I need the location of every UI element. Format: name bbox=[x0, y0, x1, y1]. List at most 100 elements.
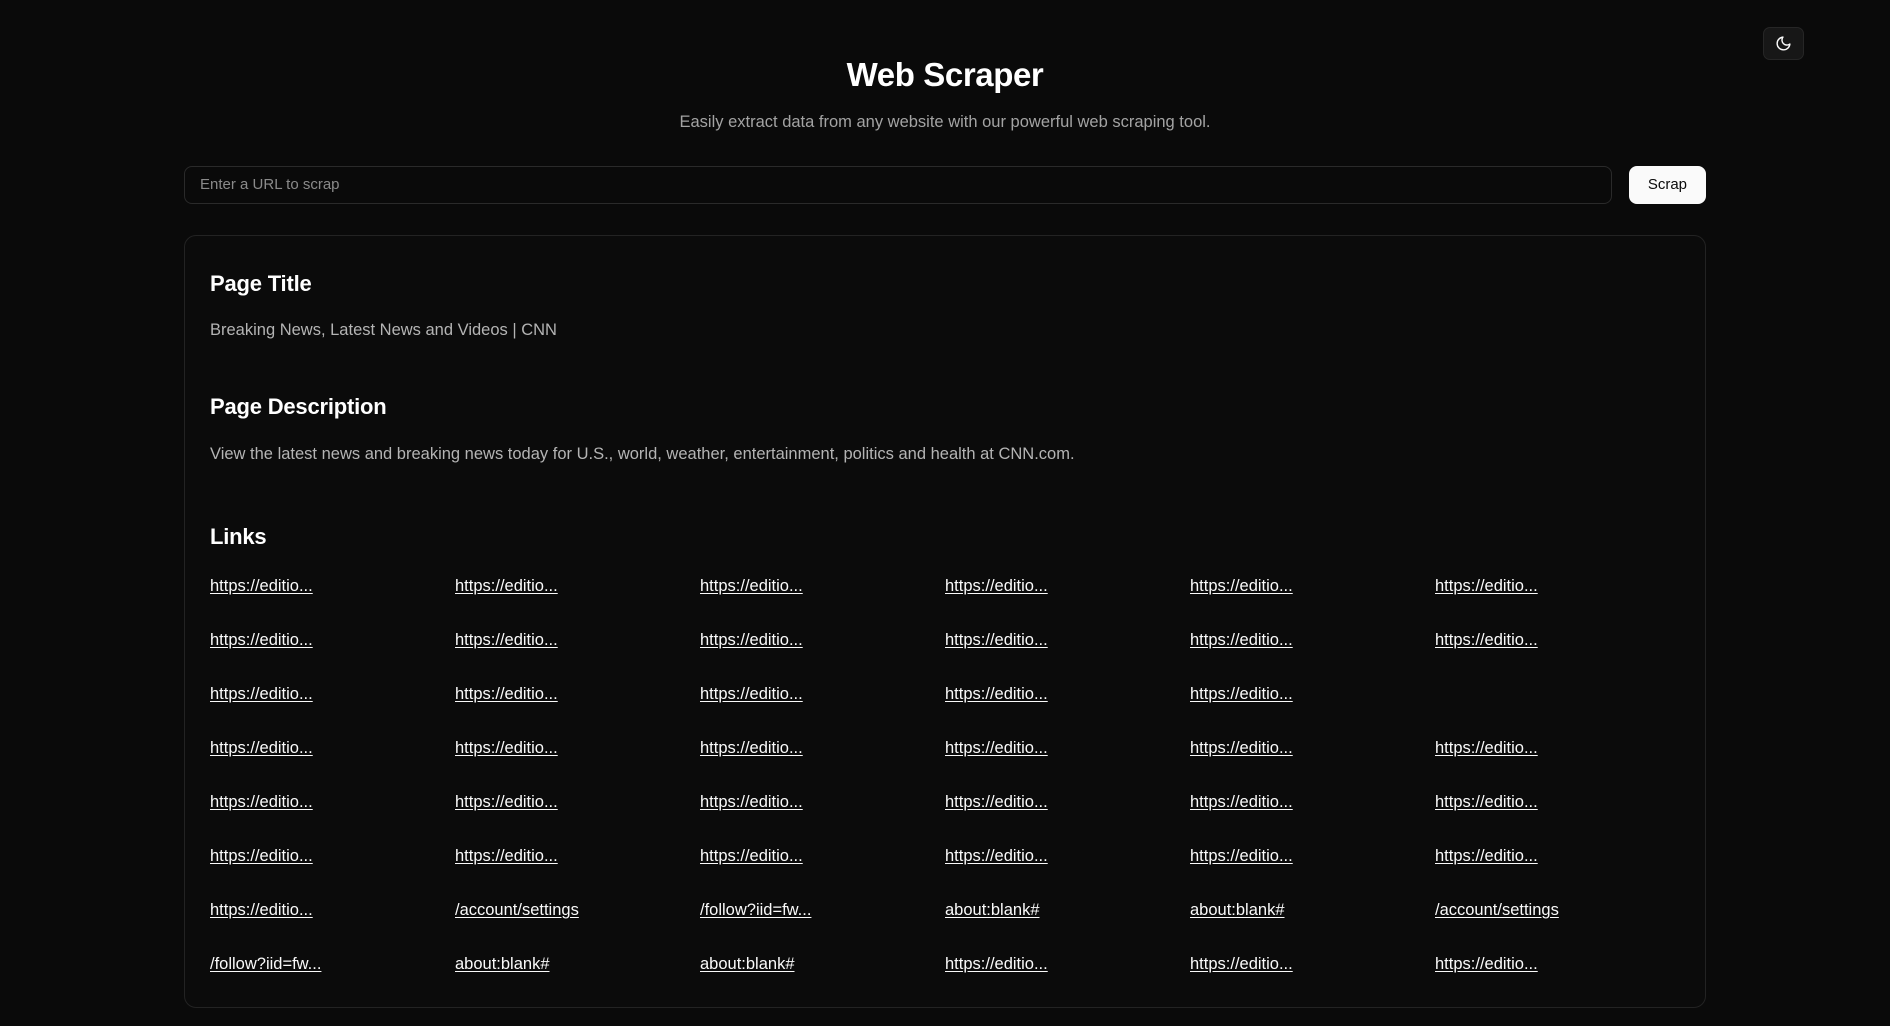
link-cell: https://editio... bbox=[1435, 628, 1680, 653]
link-cell: https://editio... bbox=[1190, 844, 1435, 869]
link-cell: /follow?iid=fw... bbox=[700, 898, 945, 923]
scraped-link[interactable]: https://editio... bbox=[1190, 577, 1293, 595]
scraped-link[interactable]: about:blank# bbox=[700, 955, 795, 973]
scraped-link[interactable]: https://editio... bbox=[455, 793, 558, 811]
link-cell: https://editio... bbox=[455, 736, 700, 761]
page-title-heading: Page Title bbox=[210, 270, 1680, 298]
links-grid: https://editio... https://editio... https:… bbox=[210, 574, 1680, 977]
url-input[interactable] bbox=[184, 166, 1612, 204]
link-cell: https://editio... bbox=[1190, 952, 1435, 977]
scraped-link[interactable]: https://editio... bbox=[1190, 685, 1293, 703]
scraped-link[interactable]: https://editio... bbox=[455, 739, 558, 757]
scraped-link[interactable]: about:blank# bbox=[1190, 901, 1285, 919]
link-cell: https://editio... bbox=[455, 682, 700, 707]
link-cell: https://editio... bbox=[455, 844, 700, 869]
scraped-link[interactable]: https://editio... bbox=[945, 739, 1048, 757]
scrap-button[interactable]: Scrap bbox=[1629, 166, 1706, 204]
scraped-link[interactable]: https://editio... bbox=[945, 955, 1048, 973]
link-cell: about:blank# bbox=[700, 952, 945, 977]
link-cell: https://editio... bbox=[945, 844, 1190, 869]
scraped-link[interactable]: https://editio... bbox=[700, 793, 803, 811]
scraped-link[interactable]: https://editio... bbox=[945, 685, 1048, 703]
scraped-link[interactable]: https://editio... bbox=[700, 577, 803, 595]
link-cell: https://editio... bbox=[1190, 736, 1435, 761]
scraped-link[interactable]: https://editio... bbox=[1435, 955, 1538, 973]
scraped-link[interactable]: https://editio... bbox=[210, 847, 313, 865]
link-cell: https://editio... bbox=[455, 574, 700, 599]
scraped-link[interactable]: https://editio... bbox=[455, 631, 558, 649]
link-cell: https://editio... bbox=[700, 574, 945, 599]
page-container: Web Scraper Easily extract data from any… bbox=[0, 0, 1890, 1008]
link-cell: https://editio... bbox=[700, 628, 945, 653]
scraped-link[interactable]: https://editio... bbox=[1190, 739, 1293, 757]
link-cell: https://editio... bbox=[945, 952, 1190, 977]
scraped-link[interactable]: https://editio... bbox=[1190, 955, 1293, 973]
page-subtitle: Easily extract data from any website wit… bbox=[0, 111, 1890, 134]
scraped-link[interactable]: about:blank# bbox=[945, 901, 1040, 919]
link-cell: https://editio... bbox=[1190, 682, 1435, 707]
scraped-link[interactable]: https://editio... bbox=[1190, 793, 1293, 811]
moon-icon bbox=[1775, 35, 1792, 52]
scraped-link[interactable]: https://editio... bbox=[945, 631, 1048, 649]
scraped-link[interactable]: https://editio... bbox=[210, 685, 313, 703]
link-cell: https://editio... bbox=[945, 574, 1190, 599]
scraped-link[interactable]: https://editio... bbox=[1435, 739, 1538, 757]
link-cell: https://editio... bbox=[210, 574, 455, 599]
link-cell: about:blank# bbox=[1190, 898, 1435, 923]
link-cell: https://editio... bbox=[1190, 790, 1435, 815]
scraped-link[interactable]: https://editio... bbox=[1190, 631, 1293, 649]
scraped-link[interactable]: https://editio... bbox=[700, 739, 803, 757]
link-cell: https://editio... bbox=[455, 790, 700, 815]
page-description-value: View the latest news and breaking news t… bbox=[210, 443, 1680, 467]
scraped-link[interactable]: https://editio... bbox=[1435, 577, 1538, 595]
link-cell: https://editio... bbox=[700, 736, 945, 761]
scraped-link[interactable]: https://editio... bbox=[1435, 631, 1538, 649]
link-cell: https://editio... bbox=[455, 628, 700, 653]
page-title-value: Breaking News, Latest News and Videos | … bbox=[210, 319, 1680, 343]
scraped-link[interactable]: https://editio... bbox=[1435, 793, 1538, 811]
link-cell: about:blank# bbox=[455, 952, 700, 977]
theme-toggle-button[interactable] bbox=[1763, 27, 1804, 60]
scraped-link[interactable]: https://editio... bbox=[210, 793, 313, 811]
scraped-link[interactable]: https://editio... bbox=[1435, 847, 1538, 865]
scraped-link[interactable]: https://editio... bbox=[700, 847, 803, 865]
scraped-link[interactable]: https://editio... bbox=[455, 847, 558, 865]
page-description-heading: Page Description bbox=[210, 393, 1680, 421]
link-cell: about:blank# bbox=[945, 898, 1190, 923]
link-cell: https://editio... bbox=[210, 628, 455, 653]
link-cell: /account/settings bbox=[1435, 898, 1680, 923]
scraped-link[interactable]: /follow?iid=fw... bbox=[210, 955, 321, 973]
scraped-link[interactable]: https://editio... bbox=[700, 631, 803, 649]
link-cell: https://editio... bbox=[210, 790, 455, 815]
scraped-link[interactable]: https://editio... bbox=[700, 685, 803, 703]
scraped-link[interactable]: /follow?iid=fw... bbox=[700, 901, 811, 919]
link-cell: https://editio... bbox=[945, 628, 1190, 653]
scraped-link[interactable]: https://editio... bbox=[210, 577, 313, 595]
scraped-link[interactable]: /account/settings bbox=[455, 901, 579, 919]
scraped-link[interactable]: https://editio... bbox=[210, 901, 313, 919]
scraped-link[interactable]: about:blank# bbox=[455, 955, 550, 973]
link-cell: https://editio... bbox=[945, 736, 1190, 761]
scraped-link[interactable]: /account/settings bbox=[1435, 901, 1559, 919]
scraped-link[interactable]: https://editio... bbox=[945, 793, 1048, 811]
scraped-link[interactable]: https://editio... bbox=[210, 631, 313, 649]
link-cell bbox=[1435, 682, 1680, 707]
scraped-link[interactable]: https://editio... bbox=[455, 577, 558, 595]
scraped-link[interactable]: https://editio... bbox=[1190, 847, 1293, 865]
link-cell: https://editio... bbox=[210, 844, 455, 869]
link-cell: https://editio... bbox=[1190, 628, 1435, 653]
link-cell: https://editio... bbox=[700, 790, 945, 815]
link-cell: https://editio... bbox=[1435, 790, 1680, 815]
link-cell: https://editio... bbox=[210, 736, 455, 761]
scraped-link[interactable]: https://editio... bbox=[210, 739, 313, 757]
link-cell: https://editio... bbox=[700, 844, 945, 869]
link-cell: https://editio... bbox=[210, 898, 455, 923]
link-cell: https://editio... bbox=[1435, 952, 1680, 977]
scraped-link[interactable]: https://editio... bbox=[455, 685, 558, 703]
link-cell: /follow?iid=fw... bbox=[210, 952, 455, 977]
link-cell: https://editio... bbox=[1435, 736, 1680, 761]
scraped-link[interactable]: https://editio... bbox=[945, 577, 1048, 595]
scraped-link[interactable]: https://editio... bbox=[945, 847, 1048, 865]
links-heading: Links bbox=[210, 523, 1680, 551]
link-cell: /account/settings bbox=[455, 898, 700, 923]
